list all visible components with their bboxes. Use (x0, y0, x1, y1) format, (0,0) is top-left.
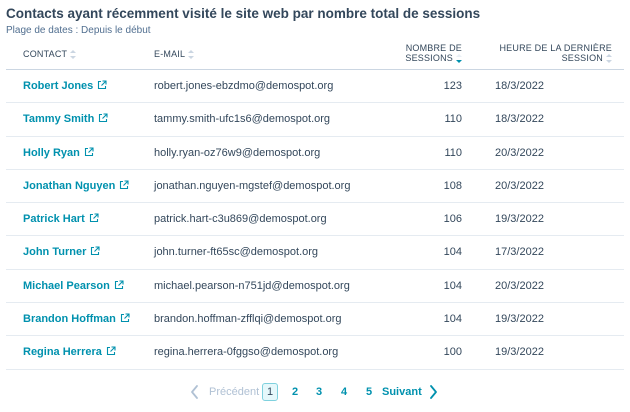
column-label: HEURE DE LA DERNIÈRE (499, 43, 612, 53)
sort-descending-icon (456, 54, 462, 64)
sessions-cell: 104 (443, 313, 462, 326)
sort-icon (606, 54, 612, 64)
sessions-cell: 100 (443, 346, 462, 359)
email-cell: regina.herrera-0fggso@demospot.org (154, 346, 339, 359)
contact-name: Brandon Hoffman (23, 313, 116, 326)
sessions-cell: 110 (444, 146, 462, 159)
external-link-icon[interactable] (98, 113, 108, 123)
external-link-icon[interactable] (97, 80, 107, 90)
contact-name: Jonathan Nguyen (23, 179, 116, 192)
contact-link[interactable]: Tammy Smith (23, 103, 108, 136)
column-label: SESSIONS (405, 53, 453, 63)
table-row: Tammy Smith tammy.smith-ufc1s6@demospot.… (6, 103, 624, 137)
last-session-cell: 19/3/2022 (495, 213, 544, 226)
sort-icon (188, 50, 195, 60)
page-4-button[interactable]: 4 (336, 383, 352, 401)
contact-link[interactable]: Robert Jones (23, 70, 107, 103)
email-cell: robert.jones-ebzdmo@demospot.org (154, 80, 334, 92)
contact-link[interactable]: Michael Pearson (23, 270, 124, 303)
sessions-cell: 104 (443, 246, 462, 259)
external-link-icon[interactable] (90, 246, 100, 256)
email-cell: holly.ryan-oz76w9@demospot.org (154, 146, 321, 159)
contact-name: Holly Ryan (23, 146, 80, 159)
column-label: E-MAIL (154, 49, 186, 59)
sort-icon (70, 50, 77, 60)
external-link-icon[interactable] (119, 180, 129, 190)
last-session-cell: 19/3/2022 (495, 346, 544, 359)
contact-name: Patrick Hart (23, 213, 85, 226)
contact-name: Regina Herrera (23, 346, 102, 359)
table-row: Robert Jones robert.jones-ebzdmo@demospo… (6, 70, 624, 104)
table-row: Jonathan Nguyen jonathan.nguyen-mgstef@d… (6, 170, 624, 204)
page-2-button[interactable]: 2 (287, 383, 303, 401)
contact-link[interactable]: Jonathan Nguyen (23, 170, 129, 203)
email-cell: jonathan.nguyen-mgstef@demospot.org (154, 179, 351, 192)
contact-link[interactable]: Brandon Hoffman (23, 303, 130, 336)
last-session-cell: 18/3/2022 (495, 80, 544, 92)
table-header: CONTACT E-MAIL NOMBRE DE SESSIONS HEURE … (6, 40, 624, 70)
external-link-icon[interactable] (84, 147, 94, 157)
page-1-button[interactable]: 1 (262, 383, 278, 401)
contact-name: Tammy Smith (23, 113, 95, 126)
table-body: Robert Jones robert.jones-ebzdmo@demospo… (6, 70, 624, 370)
contact-name: Robert Jones (23, 80, 94, 92)
pagination: Précédent 1 2 3 4 5 Suivant (0, 383, 630, 403)
next-page-button[interactable]: Suivant (382, 383, 422, 401)
column-label: SESSION (561, 53, 603, 63)
contact-link[interactable]: John Turner (23, 236, 100, 269)
last-session-cell: 17/3/2022 (495, 246, 544, 259)
email-cell: michael.pearson-n751jd@demospot.org (154, 279, 350, 292)
page-3-button[interactable]: 3 (311, 383, 327, 401)
contact-link[interactable]: Regina Herrera (23, 336, 116, 369)
external-link-icon[interactable] (120, 313, 130, 323)
previous-page-button[interactable]: Précédent (209, 383, 259, 401)
external-link-icon[interactable] (89, 213, 99, 223)
chevron-left-icon (191, 385, 198, 399)
report-title: Contacts ayant récemment visité le site … (6, 6, 481, 21)
column-header-contact[interactable]: CONTACT (23, 49, 77, 60)
column-label: CONTACT (23, 49, 68, 59)
last-session-cell: 19/3/2022 (495, 313, 544, 326)
email-cell: tammy.smith-ufc1s6@demospot.org (154, 113, 331, 126)
last-session-cell: 18/3/2022 (495, 113, 544, 126)
chevron-right-icon[interactable] (428, 383, 438, 401)
table-row: Michael Pearson michael.pearson-n751jd@d… (6, 270, 624, 304)
email-cell: john.turner-ft65sc@demospot.org (154, 246, 319, 259)
contact-link[interactable]: Holly Ryan (23, 137, 94, 170)
table-row: Brandon Hoffman brandon.hoffman-zfflqi@d… (6, 303, 624, 337)
sessions-cell: 104 (443, 279, 462, 292)
sessions-cell: 108 (443, 179, 462, 192)
table-row: John Turner john.turner-ft65sc@demospot.… (6, 236, 624, 270)
email-cell: brandon.hoffman-zfflqi@demospot.org (154, 313, 342, 326)
column-label: NOMBRE DE (405, 43, 462, 53)
external-link-icon[interactable] (114, 280, 124, 290)
column-header-last-session[interactable]: HEURE DE LA DERNIÈRE SESSION (499, 43, 612, 64)
table-row: Holly Ryan holly.ryan-oz76w9@demospot.or… (6, 137, 624, 170)
email-cell: patrick.hart-c3u869@demospot.org (154, 213, 327, 226)
external-link-icon[interactable] (106, 346, 116, 356)
sessions-cell: 106 (443, 213, 462, 226)
contact-name: Michael Pearson (23, 279, 110, 292)
date-range-label: Plage de dates : Depuis le début (6, 25, 151, 36)
column-header-sessions[interactable]: NOMBRE DE SESSIONS (405, 43, 462, 64)
page-5-button[interactable]: 5 (361, 383, 377, 401)
contact-name: John Turner (23, 246, 87, 259)
last-session-cell: 20/3/2022 (495, 146, 544, 159)
table-row: Regina Herrera regina.herrera-0fggso@dem… (6, 336, 624, 370)
last-session-cell: 20/3/2022 (495, 179, 544, 192)
column-header-email[interactable]: E-MAIL (154, 49, 195, 60)
sessions-cell: 123 (443, 80, 462, 92)
sessions-cell: 110 (444, 113, 462, 126)
last-session-cell: 20/3/2022 (495, 279, 544, 292)
contact-link[interactable]: Patrick Hart (23, 203, 99, 236)
table-row: Patrick Hart patrick.hart-c3u869@demospo… (6, 203, 624, 237)
